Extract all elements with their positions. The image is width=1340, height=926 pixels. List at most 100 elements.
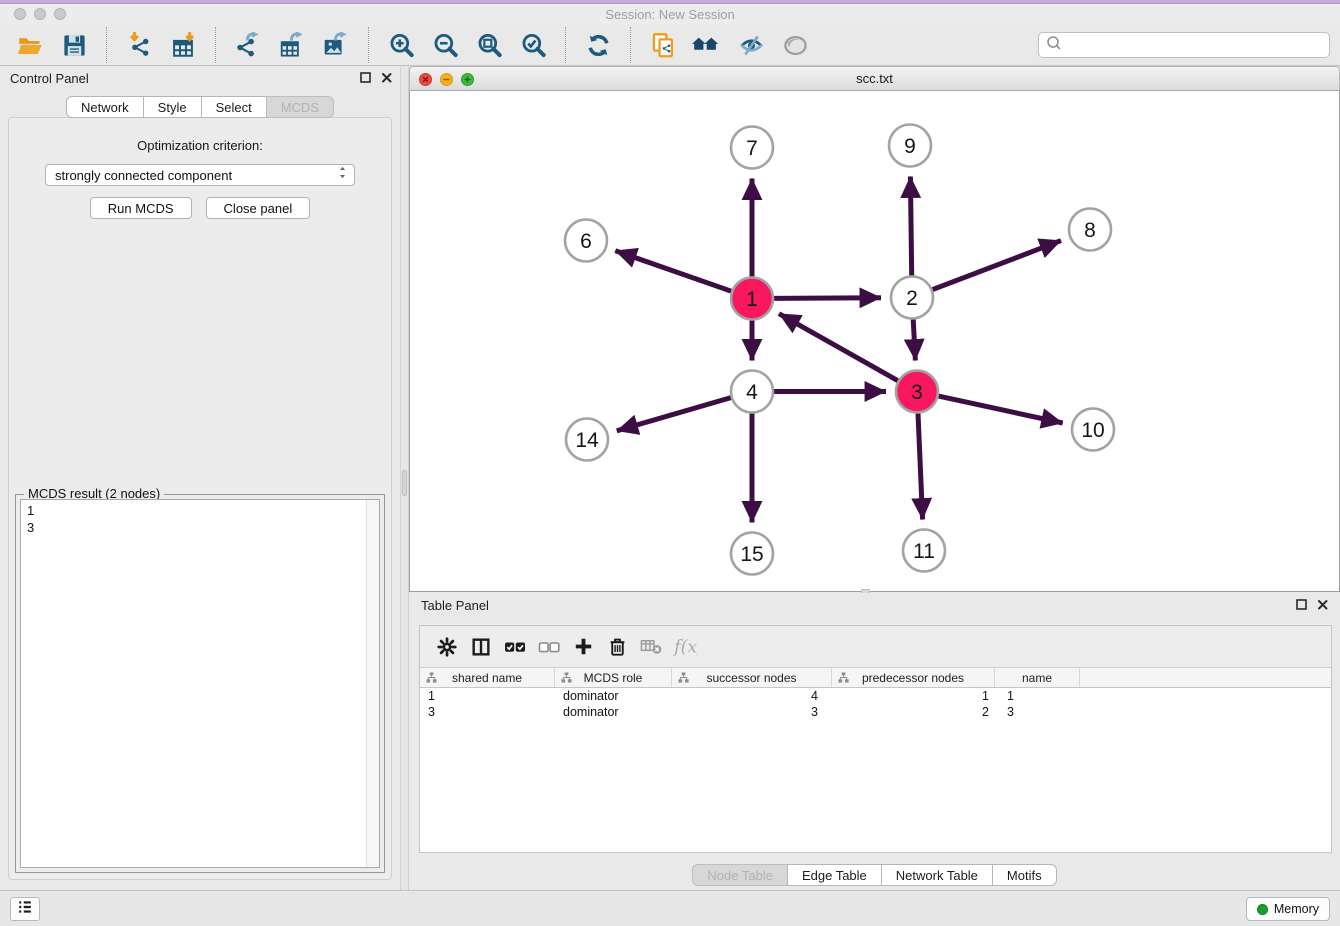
- tab-style[interactable]: Style: [143, 96, 202, 118]
- zoom-in-icon[interactable]: [386, 30, 416, 60]
- select-chevrons-icon: [335, 165, 350, 185]
- table-settings-icon[interactable]: [430, 631, 464, 663]
- svg-text:11: 11: [913, 540, 935, 563]
- graph-node-2[interactable]: 2: [891, 277, 933, 319]
- toolbar-separator: [106, 27, 107, 63]
- network-window-titlebar[interactable]: scc.txt: [409, 66, 1340, 91]
- svg-text:4: 4: [746, 381, 758, 404]
- application-window: Session: New Session Control Panel Netwo…: [0, 0, 1340, 926]
- graph-node-15[interactable]: 15: [731, 533, 773, 575]
- export-network-icon[interactable]: [233, 30, 263, 60]
- zoom-out-icon[interactable]: [430, 30, 460, 60]
- float-table-panel-icon[interactable]: [1296, 599, 1307, 610]
- table-cell[interactable]: 1: [995, 688, 1080, 704]
- control-panel: Control Panel NetworkStyleSelectMCDS Opt…: [0, 66, 400, 890]
- zoom-window-button[interactable]: [54, 8, 66, 20]
- table-panel: Table Panel f(x) shared nameMCDS rolesuc…: [409, 593, 1340, 890]
- tab-select[interactable]: Select: [201, 96, 267, 118]
- result-scrollbar[interactable]: [366, 500, 379, 867]
- table-cell[interactable]: 4: [672, 688, 832, 704]
- network-window: scc.txt 1 2 3 4 6 7 8 9 10 11 14 15: [409, 66, 1340, 592]
- delete-rows-icon[interactable]: [600, 631, 634, 663]
- optimization-criterion-select[interactable]: strongly connected component: [45, 164, 355, 186]
- table-cell[interactable]: 3: [995, 704, 1080, 720]
- tab-mcds[interactable]: MCDS: [266, 96, 334, 118]
- mcds-result-area[interactable]: 13: [20, 499, 380, 868]
- ndex-home-icon[interactable]: [692, 30, 722, 60]
- tab-network-table[interactable]: Network Table: [881, 864, 993, 886]
- search-box[interactable]: [1038, 32, 1330, 58]
- select-all-rows-icon[interactable]: [498, 631, 532, 663]
- graph-node-9[interactable]: 9: [889, 125, 931, 167]
- table-cell[interactable]: 2: [832, 704, 995, 720]
- hide-graphics-details-icon[interactable]: [736, 30, 766, 60]
- close-panel-icon[interactable]: [381, 72, 392, 83]
- column-type-icon: [678, 672, 689, 686]
- add-column-icon[interactable]: [566, 631, 600, 663]
- open-session-icon[interactable]: [15, 30, 45, 60]
- tab-edge-table[interactable]: Edge Table: [787, 864, 882, 886]
- network-graph[interactable]: 1 2 3 4 6 7 8 9 10 11 14 15: [410, 91, 1339, 591]
- table-row[interactable]: 3dominator323: [420, 704, 1331, 720]
- graph-node-4[interactable]: 4: [731, 371, 773, 413]
- svg-text:8: 8: [1084, 219, 1096, 242]
- network-maximize-button[interactable]: [461, 73, 474, 91]
- column-header-label: MCDS role: [584, 671, 643, 685]
- graph-node-1[interactable]: 1: [731, 278, 773, 320]
- column-header-shared-name[interactable]: shared name: [420, 668, 555, 687]
- graph-node-8[interactable]: 8: [1069, 209, 1111, 251]
- toolbar-separator: [368, 27, 369, 63]
- import-table-icon[interactable]: [168, 30, 198, 60]
- cyndex-export-icon[interactable]: [648, 30, 678, 60]
- graph-node-3[interactable]: 3: [896, 371, 938, 413]
- column-header-MCDS-role[interactable]: MCDS role: [555, 668, 672, 687]
- column-layout-icon[interactable]: [464, 631, 498, 663]
- table-cell[interactable]: 1: [832, 688, 995, 704]
- export-table-icon[interactable]: [277, 30, 307, 60]
- graph-node-10[interactable]: 10: [1072, 409, 1114, 451]
- deselect-all-rows-icon[interactable]: [532, 631, 566, 663]
- run-mcds-button[interactable]: Run MCDS: [90, 197, 192, 219]
- refresh-icon[interactable]: [583, 30, 613, 60]
- tab-network[interactable]: Network: [66, 96, 144, 118]
- task-history-button[interactable]: [10, 897, 40, 921]
- network-canvas[interactable]: 1 2 3 4 6 7 8 9 10 11 14 15: [409, 91, 1340, 592]
- table-cell[interactable]: 3: [672, 704, 832, 720]
- float-panel-icon[interactable]: [360, 72, 371, 83]
- vertical-splitter[interactable]: [400, 66, 409, 890]
- search-input[interactable]: [1063, 35, 1329, 55]
- network-close-button[interactable]: [419, 73, 432, 91]
- graph-node-11[interactable]: 11: [903, 530, 945, 572]
- table-cell[interactable]: dominator: [555, 688, 672, 704]
- minimize-window-button[interactable]: [34, 8, 46, 20]
- table-toolbar: f(x): [420, 626, 1331, 668]
- close-panel-button[interactable]: Close panel: [206, 197, 311, 219]
- window-controls: [14, 8, 66, 20]
- table-row[interactable]: 1dominator411: [420, 688, 1331, 704]
- show-graphics-details-icon[interactable]: [780, 30, 810, 60]
- edge-4-14: [617, 398, 731, 431]
- export-image-icon[interactable]: [321, 30, 351, 60]
- svg-text:15: 15: [740, 543, 763, 566]
- close-table-panel-icon[interactable]: [1317, 599, 1328, 610]
- zoom-selected-icon[interactable]: [518, 30, 548, 60]
- column-header-name[interactable]: name: [995, 668, 1080, 687]
- graph-node-6[interactable]: 6: [565, 220, 607, 262]
- memory-button[interactable]: Memory: [1246, 897, 1330, 921]
- network-minimize-button[interactable]: [440, 73, 453, 91]
- column-header-label: successor nodes: [706, 671, 796, 685]
- table-cell[interactable]: 3: [420, 704, 555, 720]
- graph-node-7[interactable]: 7: [731, 127, 773, 169]
- save-session-icon[interactable]: [59, 30, 89, 60]
- tab-motifs[interactable]: Motifs: [992, 864, 1057, 886]
- graph-node-14[interactable]: 14: [566, 419, 608, 461]
- column-header-predecessor-nodes[interactable]: predecessor nodes: [832, 668, 995, 687]
- close-window-button[interactable]: [14, 8, 26, 20]
- table-cell[interactable]: 1: [420, 688, 555, 704]
- import-network-icon[interactable]: [124, 30, 154, 60]
- table-cell[interactable]: dominator: [555, 704, 672, 720]
- splitter-grip[interactable]: [402, 470, 407, 496]
- column-header-successor-nodes[interactable]: successor nodes: [672, 668, 832, 687]
- zoom-fit-icon[interactable]: [474, 30, 504, 60]
- tab-node-table[interactable]: Node Table: [692, 864, 788, 886]
